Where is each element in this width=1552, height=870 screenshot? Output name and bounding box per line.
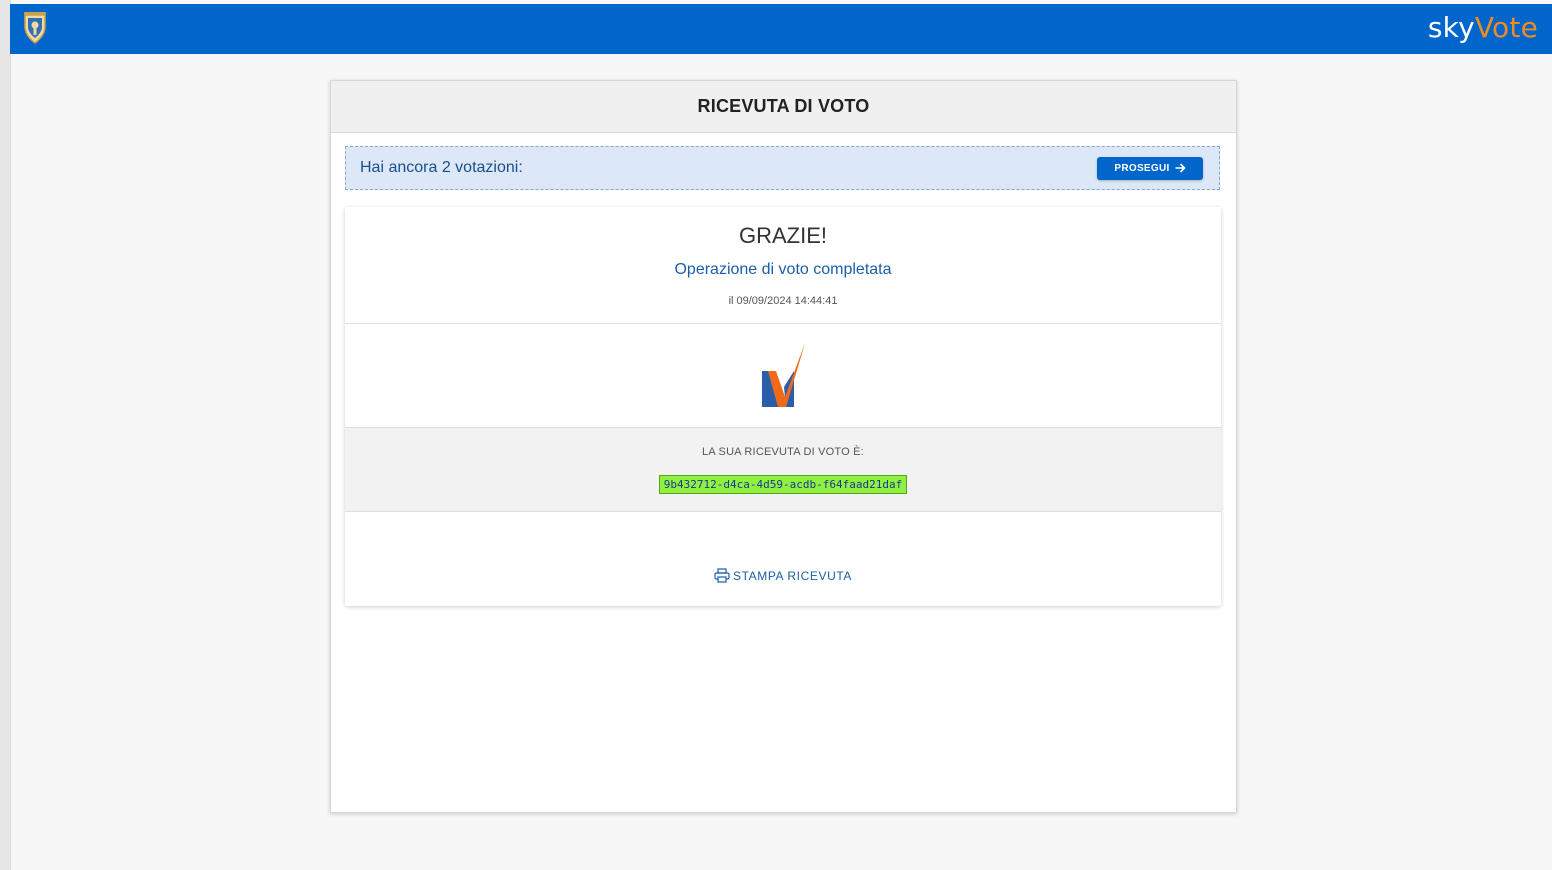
page-left-edge	[0, 0, 11, 870]
logo-section	[345, 324, 1221, 428]
thanks-section: GRAZIE! Operazione di voto completata il…	[345, 207, 1221, 324]
vote-check-logo-icon	[762, 342, 805, 407]
vote-timestamp: il 09/09/2024 14:44:41	[728, 295, 838, 307]
remaining-votes-text: Hai ancora 2 votazioni:	[360, 159, 523, 176]
print-section: STAMPA RICEVUTA	[345, 512, 1221, 608]
print-receipt-label: STAMPA RICEVUTA	[732, 568, 852, 583]
operation-completed-text: Operazione di voto completata	[674, 261, 892, 278]
prosegui-button[interactable]: PROSEGUI	[1097, 156, 1203, 180]
receipt-card-title: RICEVUTA DI VOTO	[331, 81, 1236, 133]
receipt-section: LA SUA RICEVUTA DI VOTO È: 9b432712-d4ca…	[345, 428, 1221, 512]
remaining-votes-notice: Hai ancora 2 votazioni: PROSEGUI	[345, 146, 1220, 190]
top-navbar: skyVote	[10, 4, 1552, 54]
receipt-label: LA SUA RICEVUTA DI VOTO È:	[702, 446, 864, 458]
skyvote-brand-logo[interactable]: skyVote	[1428, 11, 1538, 44]
receipt-card: RICEVUTA DI VOTO Hai ancora 2 votazioni:…	[330, 80, 1237, 813]
crest-logo-icon[interactable]	[22, 12, 48, 46]
arrow-right-icon	[1175, 163, 1186, 173]
print-receipt-link[interactable]: STAMPA RICEVUTA	[714, 568, 852, 583]
brand-sky-text: sky	[1427, 11, 1475, 44]
printer-icon	[714, 568, 730, 583]
prosegui-button-label: PROSEGUI	[1114, 162, 1170, 174]
vote-result-panel: GRAZIE! Operazione di voto completata il…	[345, 207, 1221, 606]
brand-vote-text: Vote	[1474, 11, 1538, 44]
receipt-code: 9b432712-d4ca-4d59-acdb-f64faad21daf	[658, 475, 908, 494]
thanks-title: GRAZIE!	[738, 223, 827, 248]
